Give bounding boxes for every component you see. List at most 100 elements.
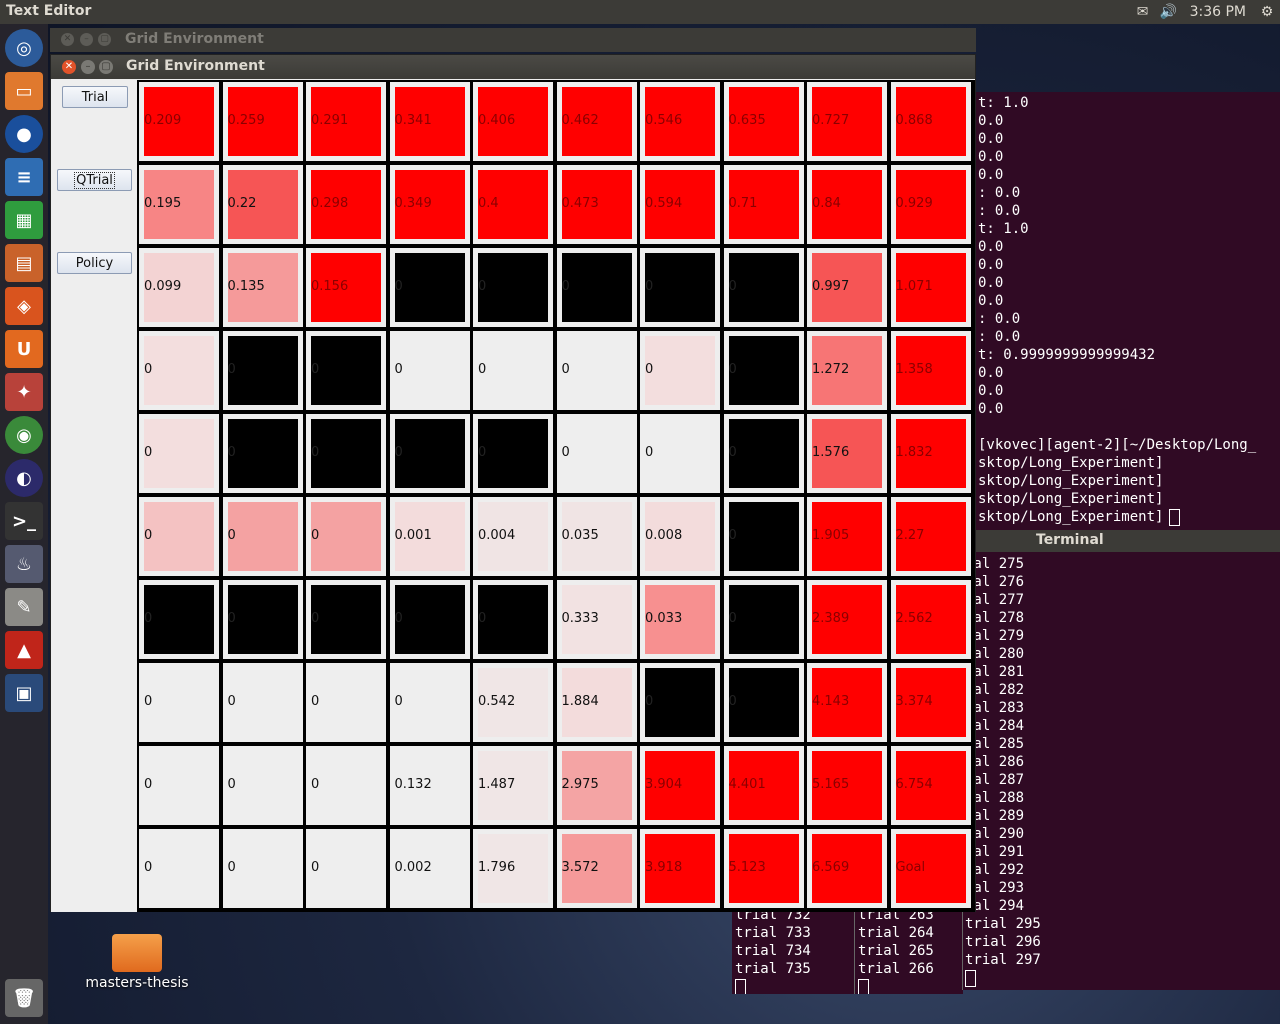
eclipse-icon[interactable]: ◐: [5, 459, 43, 497]
grid-cell: 0: [137, 744, 221, 827]
minimize-icon[interactable]: –: [81, 60, 95, 74]
firefox-icon[interactable]: ●: [5, 115, 43, 153]
software-center-icon[interactable]: ◈: [5, 287, 43, 325]
grid-cell-value: 0: [394, 445, 403, 460]
close-icon[interactable]: ✕: [62, 60, 76, 74]
grid-cell-background: 0: [473, 580, 553, 659]
window-titlebar[interactable]: ✕ – ▢ Grid Environment: [51, 55, 975, 79]
grid-cell-background: 0: [556, 414, 637, 493]
terminal-line: ial 275: [965, 555, 1041, 573]
terminal-line-text: trial 297: [965, 952, 1041, 968]
grid-cell-background: 0: [306, 829, 386, 908]
workspace-switcher-icon[interactable]: ▣: [5, 674, 43, 712]
grid-cell-value: 0: [478, 611, 487, 626]
terminal-line: trial 264: [858, 924, 934, 942]
pdf-reader-icon[interactable]: ▲: [5, 631, 43, 669]
writer-icon[interactable]: ≡: [5, 158, 43, 196]
java-app-icon[interactable]: ♨: [5, 545, 43, 583]
grid-cell-background: 0.997: [807, 248, 887, 327]
grid-cell: 0: [387, 329, 472, 412]
desktop-folder-label[interactable]: masters-thesis: [80, 975, 194, 991]
grid-cell-value: 0: [144, 528, 153, 543]
maximize-icon[interactable]: ▢: [98, 33, 111, 46]
terminal-line: ial 280: [965, 645, 1041, 663]
trash-icon[interactable]: 🗑: [5, 979, 43, 1017]
grid-cell: 0.473: [554, 163, 639, 246]
system-settings-icon[interactable]: ✦: [5, 373, 43, 411]
grid-cell-background: 6.754: [890, 746, 971, 825]
mail-icon[interactable]: ✉: [1130, 0, 1156, 24]
terminal-line: ial 283: [965, 699, 1041, 717]
terminal-window-top[interactable]: t: 1.0 0.0 0.0 0.0 0.0: 0.0: 0.0 t: 1.0 0.0 0.0…: [976, 92, 1280, 530]
grid-cell: 2.389: [805, 578, 889, 661]
grid-cell: 1.832: [888, 412, 973, 495]
grid-cell-fill: [728, 336, 799, 405]
grid-cell: 0.22: [220, 163, 305, 246]
grid-cell-value: 0: [144, 777, 153, 792]
terminal-window-small-1[interactable]: trial 732 trial 733 trial 734 trial 735: [732, 906, 854, 994]
terminal-cursor: [735, 978, 746, 994]
grid-cell-background: 0: [640, 331, 720, 410]
grid-cell: 0: [721, 495, 806, 578]
grid-cell-value: 0: [645, 445, 654, 460]
grid-cell: 0.195: [137, 163, 221, 246]
grid-cell: 0: [387, 578, 472, 661]
grid-cell-background: 0.4: [473, 165, 553, 244]
clock[interactable]: 3:36 PM: [1182, 4, 1254, 20]
chrome-icon[interactable]: ◉: [5, 416, 43, 454]
terminal-titlebar[interactable]: Terminal: [976, 530, 1280, 552]
grid-cell: 0.71: [721, 163, 806, 246]
terminal-line-text: : 0.0: [978, 329, 1021, 345]
terminal-window-small-2[interactable]: trial 263 trial 264 trial 265 trial 266: [854, 906, 963, 994]
grid-cell-value: 0.002: [394, 860, 432, 875]
grid-cell-value: 0: [728, 528, 737, 543]
terminal-line: sktop/Long_Experiment]: [978, 472, 1256, 490]
grid-cell: 6.569: [805, 827, 889, 910]
grid-cell-fill: [311, 502, 381, 571]
grid-cell: 0: [554, 246, 639, 329]
grid-cell: 0.594: [638, 163, 722, 246]
ubuntu-one-icon[interactable]: U: [5, 330, 43, 368]
terminal-line: ial 294: [965, 897, 1041, 915]
files-icon[interactable]: ▭: [5, 72, 43, 110]
grid-cell-value: 0: [561, 445, 570, 460]
terminal-icon[interactable]: >_: [5, 502, 43, 540]
grid-cell: 0.997: [805, 246, 889, 329]
grid-cell: 2.27: [888, 495, 973, 578]
terminal-line: ial 291: [965, 843, 1041, 861]
qtrial-button[interactable]: QTrial: [57, 169, 132, 191]
volume-icon[interactable]: 🔊: [1156, 0, 1182, 24]
grid-cell-value: 0: [144, 694, 153, 709]
terminal-line: 0.0: [978, 274, 1256, 292]
back-window-titlebar[interactable]: ✕ – ▢ Grid Environment: [50, 28, 976, 52]
terminal-window-right[interactable]: ial 275 ial 276 ial 277 ial 278 ial 279 ial 2…: [962, 552, 1280, 990]
terminal-line-text: 0.0: [978, 239, 1004, 255]
grid-cell: 0.727: [805, 80, 889, 163]
grid-cell-fill: [394, 668, 465, 737]
grid-cell: 0.132: [387, 744, 472, 827]
terminal-line: trial 735: [735, 960, 811, 978]
grid-cell-fill: [394, 419, 465, 488]
grid-cell-background: 4.143: [807, 663, 887, 742]
policy-button[interactable]: Policy: [57, 252, 132, 274]
folder-icon[interactable]: [112, 934, 162, 972]
gear-icon[interactable]: ⚙: [1254, 0, 1280, 24]
close-icon[interactable]: ✕: [61, 33, 74, 46]
terminal-line-text: trial 264: [858, 925, 934, 941]
grid-cell-value: 0.008: [645, 528, 683, 543]
ubuntu-logo-icon[interactable]: ◎: [5, 29, 43, 67]
calc-icon[interactable]: ▦: [5, 201, 43, 239]
trial-button[interactable]: Trial: [62, 86, 128, 108]
grid-cell-fill: [144, 336, 214, 405]
maximize-icon[interactable]: ▢: [99, 60, 113, 74]
impress-icon[interactable]: ▤: [5, 244, 43, 282]
grid-cell: 0.341: [387, 80, 472, 163]
text-editor-icon[interactable]: ✎: [5, 588, 43, 626]
terminal-line-text: [vkovec][agent-2][~/Desktop/Long_: [978, 437, 1257, 453]
window-title: Grid Environment: [126, 58, 265, 74]
indicator-area: ✉ 🔊 3:36 PM ⚙: [1130, 0, 1280, 24]
grid-cell-value: 0: [227, 528, 236, 543]
grid-cell-background: 0: [222, 414, 303, 493]
minimize-icon[interactable]: –: [80, 33, 93, 46]
grid-cell-value: 3.572: [561, 860, 599, 875]
